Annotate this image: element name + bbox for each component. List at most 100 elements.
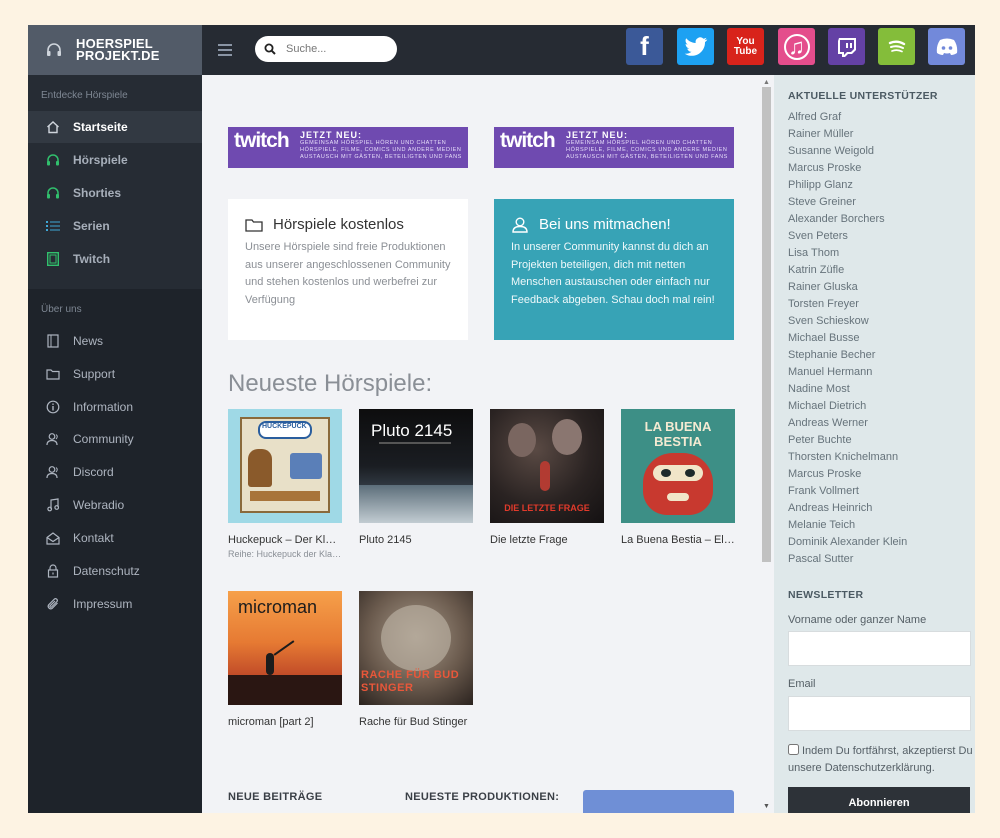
info-icon [46, 400, 60, 414]
twitter-button[interactable] [677, 28, 714, 65]
hoerspiel-tile[interactable]: RACHE FÜR BUD STINGER Rache für Bud Stin… [359, 591, 473, 728]
supporter-name: Lisa Thom [788, 247, 840, 259]
scroll-up-arrow[interactable]: ▲ [762, 78, 771, 87]
consent-checkbox[interactable] [788, 744, 799, 755]
sidebar-item-kontakt[interactable]: Kontakt [28, 522, 202, 554]
sidebar-item-impressum[interactable]: Impressum [28, 588, 202, 620]
paperclip-icon [46, 597, 60, 611]
sidebar-item-label: Startseite [73, 120, 128, 134]
sidebar-item-information[interactable]: Information [28, 391, 202, 423]
tile-title: La Buena Bestia – El Monstruo [621, 534, 735, 546]
twitch-banner[interactable]: twitch JETZT NEU: GEMEINSAM HÖRSPIEL HÖR… [494, 127, 734, 168]
card-free-hoerspiele[interactable]: Hörspiele kostenlos Unsere Hörspiele sin… [228, 199, 468, 340]
banner-headline: JETZT NEU: [300, 130, 363, 140]
hoerspiel-tile[interactable]: LA BUENA BESTIA La Buena Bestia – El Mon… [621, 409, 735, 546]
production-card[interactable] [583, 790, 734, 813]
card-join[interactable]: Bei uns mitmachen! In unserer Community … [494, 199, 734, 340]
tile-title: Die letzte Frage [490, 534, 568, 546]
sidebar-item-label: Support [73, 367, 116, 381]
right-panel: AKTUELLE UNTERSTÜTZER Alfred Graf Rainer … [774, 75, 975, 813]
supporter-name: Peter Buchte [788, 434, 852, 446]
sidebar-section-title: Über uns [41, 304, 82, 315]
sidebar-item-webradio[interactable]: Webradio [28, 489, 202, 521]
cover-title: RACHE FÜR BUD STINGER [361, 669, 460, 694]
brand-name: HOERSPIEL PROJEKT.DE [76, 37, 160, 62]
supporter-name: Susanne Weigold [788, 145, 875, 157]
discord-button[interactable] [928, 28, 965, 65]
hoerspiel-tile[interactable]: microman microman [part 2] [228, 591, 342, 728]
supporter-name: Thorsten Knichelmann [788, 451, 899, 463]
sidebar-item-label: Community [73, 432, 134, 446]
facebook-icon: f [640, 31, 649, 61]
users-icon [46, 465, 60, 479]
sidebar-item-label: Webradio [73, 498, 125, 512]
main-content: twitch JETZT NEU: GEMEINSAM HÖRSPIEL HÖR… [202, 75, 774, 813]
cover-title: LA BUENA BESTIA [644, 419, 712, 449]
subscribe-button[interactable]: Abonnieren [788, 787, 970, 813]
hoerspiel-tile[interactable]: Pluto 2145 Pluto 2145 [359, 409, 473, 546]
email-field[interactable] [788, 696, 971, 731]
sidebar-item-community[interactable]: Community [28, 423, 202, 455]
supporter-name: Rainer Müller [788, 128, 854, 140]
sidebar-item-datenschutz[interactable]: Datenschutz [28, 555, 202, 587]
lock-icon [46, 564, 60, 578]
new-posts-heading: NEUE BEITRÄGE [228, 791, 323, 803]
supporter-name: Nadine Most [788, 383, 850, 395]
sidebar-item-serien[interactable]: Serien [28, 210, 202, 242]
sidebar-item-news[interactable]: News [28, 325, 202, 357]
supporter-name: Marcus Proske [788, 162, 862, 174]
cover-image: Pluto 2145 [359, 409, 473, 523]
sidebar-item-label: Datenschutz [73, 564, 140, 578]
supporter-name: Marcus Proske [788, 468, 862, 480]
hoerspiel-tile[interactable]: DIE LETZTE FRAGE Die letzte Frage [490, 409, 604, 546]
twitter-icon [684, 36, 707, 56]
spotify-button[interactable] [878, 28, 915, 65]
name-field[interactable] [788, 631, 971, 666]
users-icon [46, 432, 60, 446]
menu-toggle-button[interactable] [218, 41, 232, 59]
book-icon [46, 334, 60, 348]
tile-title: Pluto 2145 [359, 534, 412, 546]
cover-title: Pluto 2145 [371, 421, 453, 440]
headphones-icon [46, 186, 60, 200]
spotify-icon [888, 40, 905, 52]
supporter-name: Sven Schieskow [788, 315, 869, 327]
discord-icon [936, 38, 957, 55]
user-icon [512, 217, 528, 233]
supporter-name: Alexander Borchers [788, 213, 885, 225]
search-box [255, 36, 397, 62]
sidebar-item-label: Impressum [73, 597, 133, 611]
twitch-logo: twitch [500, 129, 556, 152]
sidebar-item-startseite[interactable]: Startseite [28, 111, 202, 143]
sidebar-item-hoerspiele[interactable]: Hörspiele [28, 144, 202, 176]
supporter-name: Andreas Heinrich [788, 502, 873, 514]
twitch-banner[interactable]: twitch JETZT NEU: GEMEINSAM HÖRSPIEL HÖR… [228, 127, 468, 168]
music-icon [46, 498, 60, 512]
youtube-icon: You Tube [733, 35, 758, 57]
search-input[interactable] [286, 43, 386, 55]
sidebar-item-discord[interactable]: Discord [28, 456, 202, 488]
sidebar-item-label: Discord [73, 465, 114, 479]
twitch-button[interactable] [828, 28, 865, 65]
scroll-down-arrow[interactable]: ▼ [762, 802, 771, 811]
tile-title: microman [part 2] [228, 716, 314, 728]
scrollbar-thumb[interactable] [762, 87, 771, 562]
supporter-name: Steve Greiner [788, 196, 856, 208]
youtube-button[interactable]: You Tube [727, 28, 764, 65]
sidebar-item-twitch[interactable]: Twitch [28, 243, 202, 275]
mail-icon [46, 531, 60, 545]
app-window: HOERSPIEL PROJEKT.DE f You Tube ♫ [28, 25, 975, 813]
film-icon [46, 252, 60, 266]
menu-bar [218, 44, 232, 46]
hoerspiel-tile[interactable]: HUCKEPUCK Huckepuck – Der Klassenfahrt R… [228, 409, 342, 559]
card-title: Hörspiele kostenlos [245, 216, 451, 233]
itunes-button[interactable]: ♫ [778, 28, 815, 65]
supporters-heading: AKTUELLE UNTERSTÜTZER [788, 90, 938, 102]
consent-row: Indem Du fortfährst, akzeptierst Du unse… [788, 743, 973, 777]
facebook-button[interactable]: f [626, 28, 663, 65]
brand-logo[interactable]: HOERSPIEL PROJEKT.DE [28, 25, 202, 75]
cover-image: DIE LETZTE FRAGE [490, 409, 604, 523]
banner-text: GEMEINSAM HÖRSPIEL HÖREN UND CHATTEN HÖR… [566, 140, 728, 160]
sidebar-item-shorties[interactable]: Shorties [28, 177, 202, 209]
sidebar-item-support[interactable]: Support [28, 358, 202, 390]
